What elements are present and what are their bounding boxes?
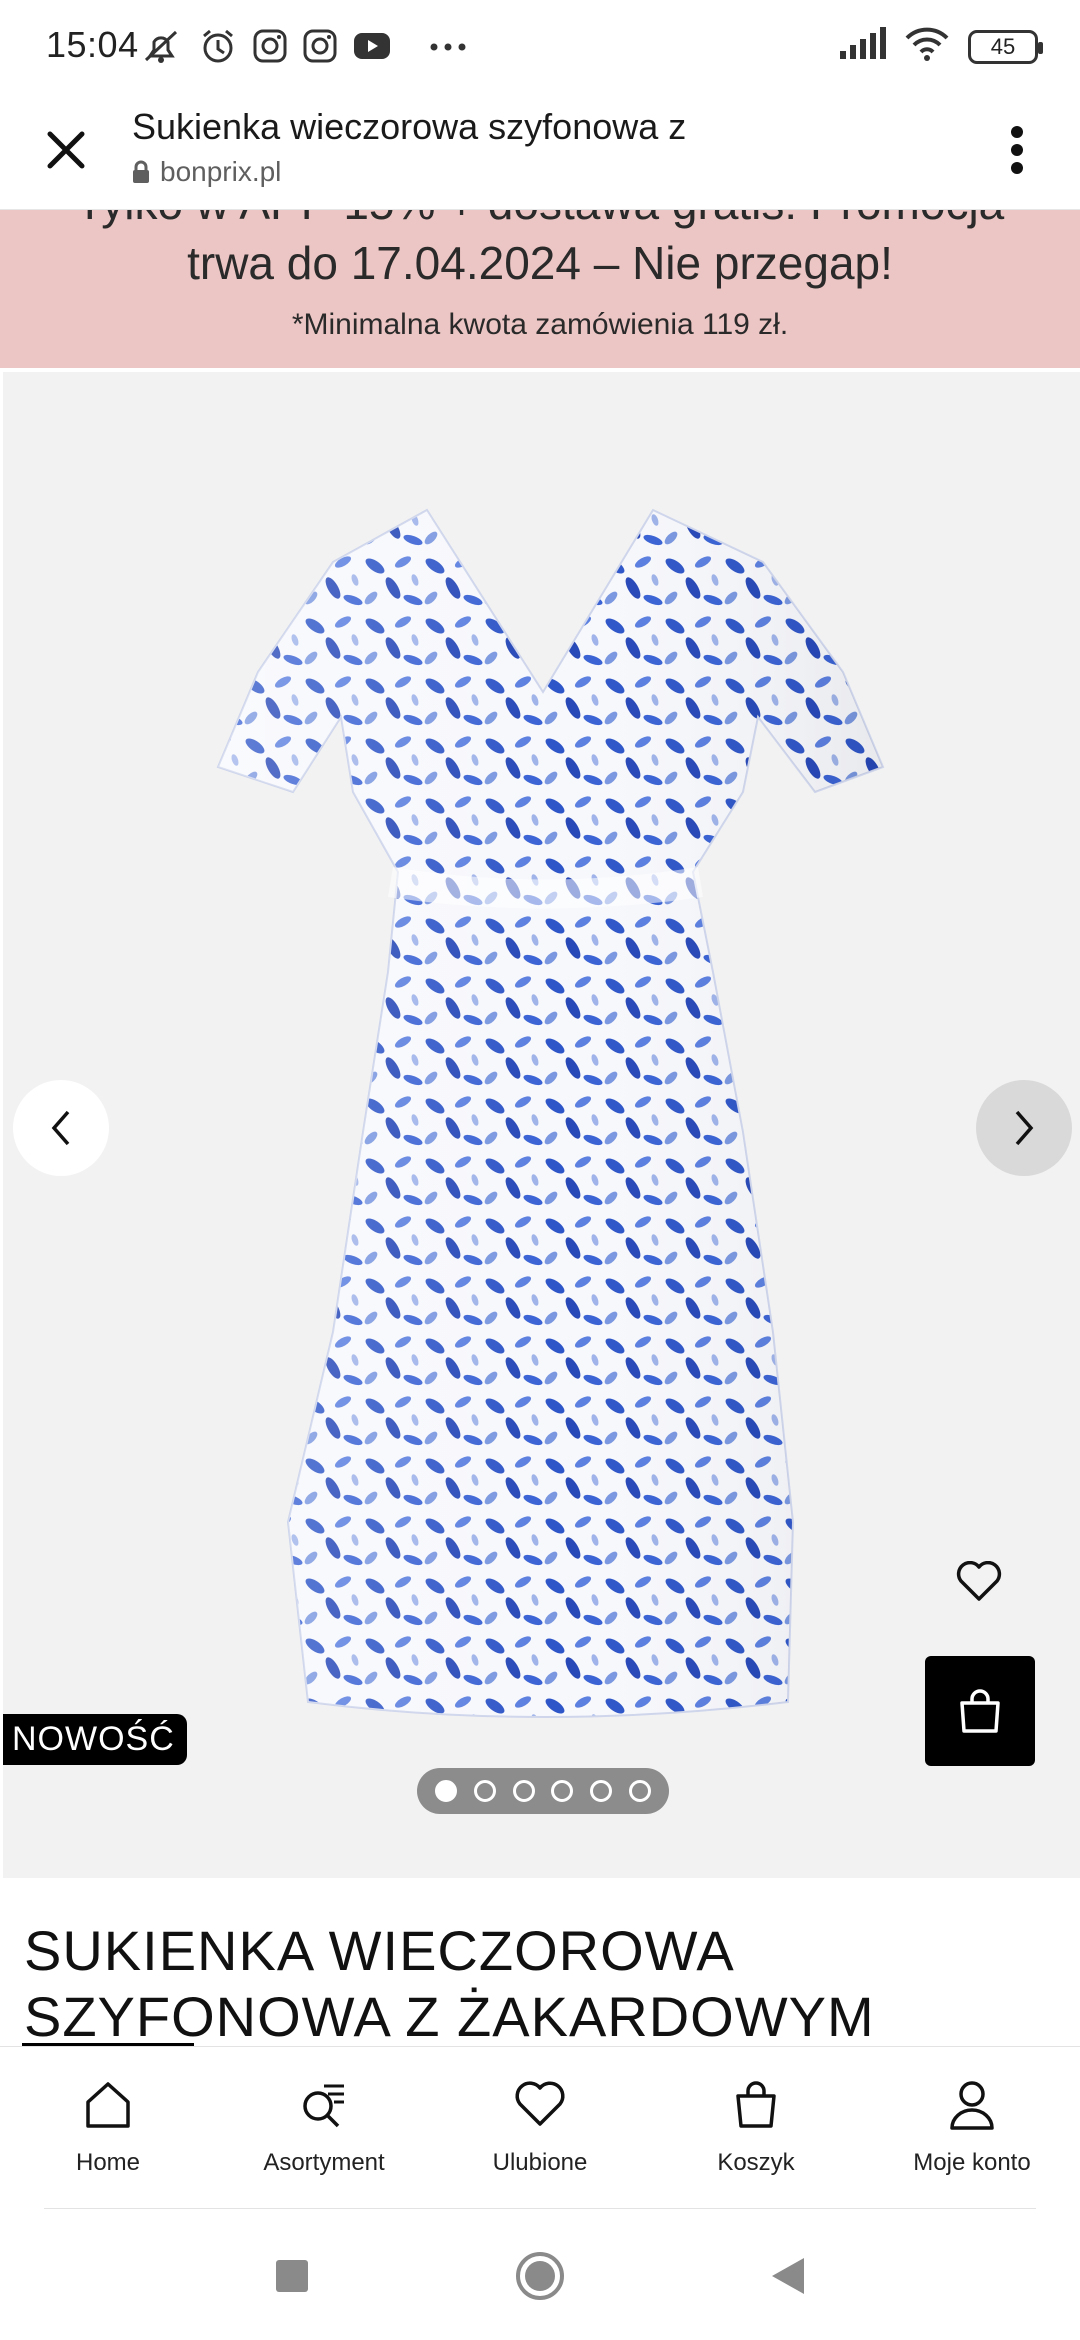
status-bar: 15:04 45 xyxy=(0,0,1080,92)
status-time: 15:04 xyxy=(46,24,139,65)
recents-button[interactable] xyxy=(262,2246,322,2306)
catalog-search-icon xyxy=(289,2069,359,2139)
triangle-back-icon xyxy=(772,2258,804,2294)
add-to-cart-button[interactable] xyxy=(925,1656,1035,1766)
user-icon xyxy=(937,2069,1007,2139)
promo-note: *Minimalna kwota zamówienia 119 zł. xyxy=(291,308,789,341)
back-system-button[interactable] xyxy=(758,2246,818,2306)
gallery-next-button[interactable] xyxy=(976,1080,1072,1176)
heart-icon xyxy=(505,2069,575,2139)
new-badge: NOWOŚĆ xyxy=(3,1714,187,1765)
gallery-dot[interactable] xyxy=(551,1780,574,1802)
home-icon xyxy=(73,2069,143,2139)
alarm-icon xyxy=(198,26,238,71)
browser-header: Sukienka wieczorowa szyfonowa z bonprix.… xyxy=(0,92,1080,210)
lock-icon xyxy=(133,160,149,183)
add-to-favorites-button[interactable] xyxy=(951,1554,1007,1610)
promo-banner[interactable]: Tylko w APP 15% + dostawa gratis! Promoc… xyxy=(0,210,1080,368)
shopping-bag-icon xyxy=(960,1689,1000,1733)
nav-cart-label: Koszyk xyxy=(717,2149,795,2176)
nav-account[interactable]: Moje konto xyxy=(864,2047,1080,2208)
chevron-left-icon xyxy=(51,1110,70,1146)
battery-level: 45 xyxy=(990,33,1016,59)
divider xyxy=(44,2208,1036,2209)
status-left-icons xyxy=(140,26,468,71)
battery-icon: 45 xyxy=(968,29,1043,64)
promo-line-main: trwa do 17.04.2024 – Nie przegap! xyxy=(187,237,893,289)
circle-icon xyxy=(516,2252,564,2300)
gallery-dot[interactable] xyxy=(435,1780,458,1802)
status-right-icons: 45 xyxy=(838,26,1043,67)
system-nav-bar xyxy=(0,2210,1080,2340)
gallery-dot[interactable] xyxy=(589,1780,612,1802)
gallery-dot[interactable] xyxy=(473,1780,496,1802)
page-title: Sukienka wieczorowa szyfonowa z xyxy=(132,106,687,147)
product-image xyxy=(216,508,885,1718)
overflow-menu-button[interactable] xyxy=(992,120,1042,180)
product-title: SUKIENKA WIECZOROWA SZYFONOWA Z ŻAKARDOW… xyxy=(24,1919,875,2044)
heart-icon xyxy=(956,1561,1002,1601)
instagram-icon xyxy=(252,28,288,69)
wifi-icon xyxy=(904,26,950,67)
muted-notifications-icon xyxy=(140,26,184,71)
promo-line-top: Tylko w APP 15% + dostawa gratis! Promoc… xyxy=(0,210,1080,230)
chevron-right-icon xyxy=(1015,1110,1034,1146)
nav-catalog[interactable]: Asortyment xyxy=(216,2047,432,2208)
close-icon xyxy=(47,131,85,169)
nav-cart[interactable]: Koszyk xyxy=(648,2047,864,2208)
square-icon xyxy=(276,2260,308,2292)
nav-home-label: Home xyxy=(75,2149,141,2176)
signal-icon xyxy=(838,27,886,66)
gallery-dot[interactable] xyxy=(628,1780,651,1802)
page-url-bar[interactable]: bonprix.pl xyxy=(132,156,281,188)
product-gallery[interactable]: NOWOŚĆ xyxy=(3,372,1080,1878)
instagram-icon xyxy=(302,28,338,69)
nav-home[interactable]: Home xyxy=(0,2047,216,2208)
nav-favorites[interactable]: Ulubione xyxy=(432,2047,648,2208)
bottom-nav: Home Asortyment Ulubione Koszyk Moje kon… xyxy=(0,2046,1080,2208)
nav-account-label: Moje konto xyxy=(913,2149,1031,2176)
page-url: bonprix.pl xyxy=(160,156,282,187)
close-button[interactable] xyxy=(36,120,96,180)
gallery-pagination[interactable] xyxy=(417,1768,669,1814)
gallery-prev-button[interactable] xyxy=(13,1080,109,1176)
youtube-icon xyxy=(352,30,392,67)
gallery-dot[interactable] xyxy=(512,1780,535,1802)
home-system-button[interactable] xyxy=(510,2246,570,2306)
nav-catalog-label: Asortyment xyxy=(263,2149,385,2176)
more-vertical-icon xyxy=(1011,126,1023,174)
bag-icon xyxy=(721,2069,791,2139)
more-dots-icon xyxy=(428,40,468,58)
nav-favorites-label: Ulubione xyxy=(492,2149,588,2176)
